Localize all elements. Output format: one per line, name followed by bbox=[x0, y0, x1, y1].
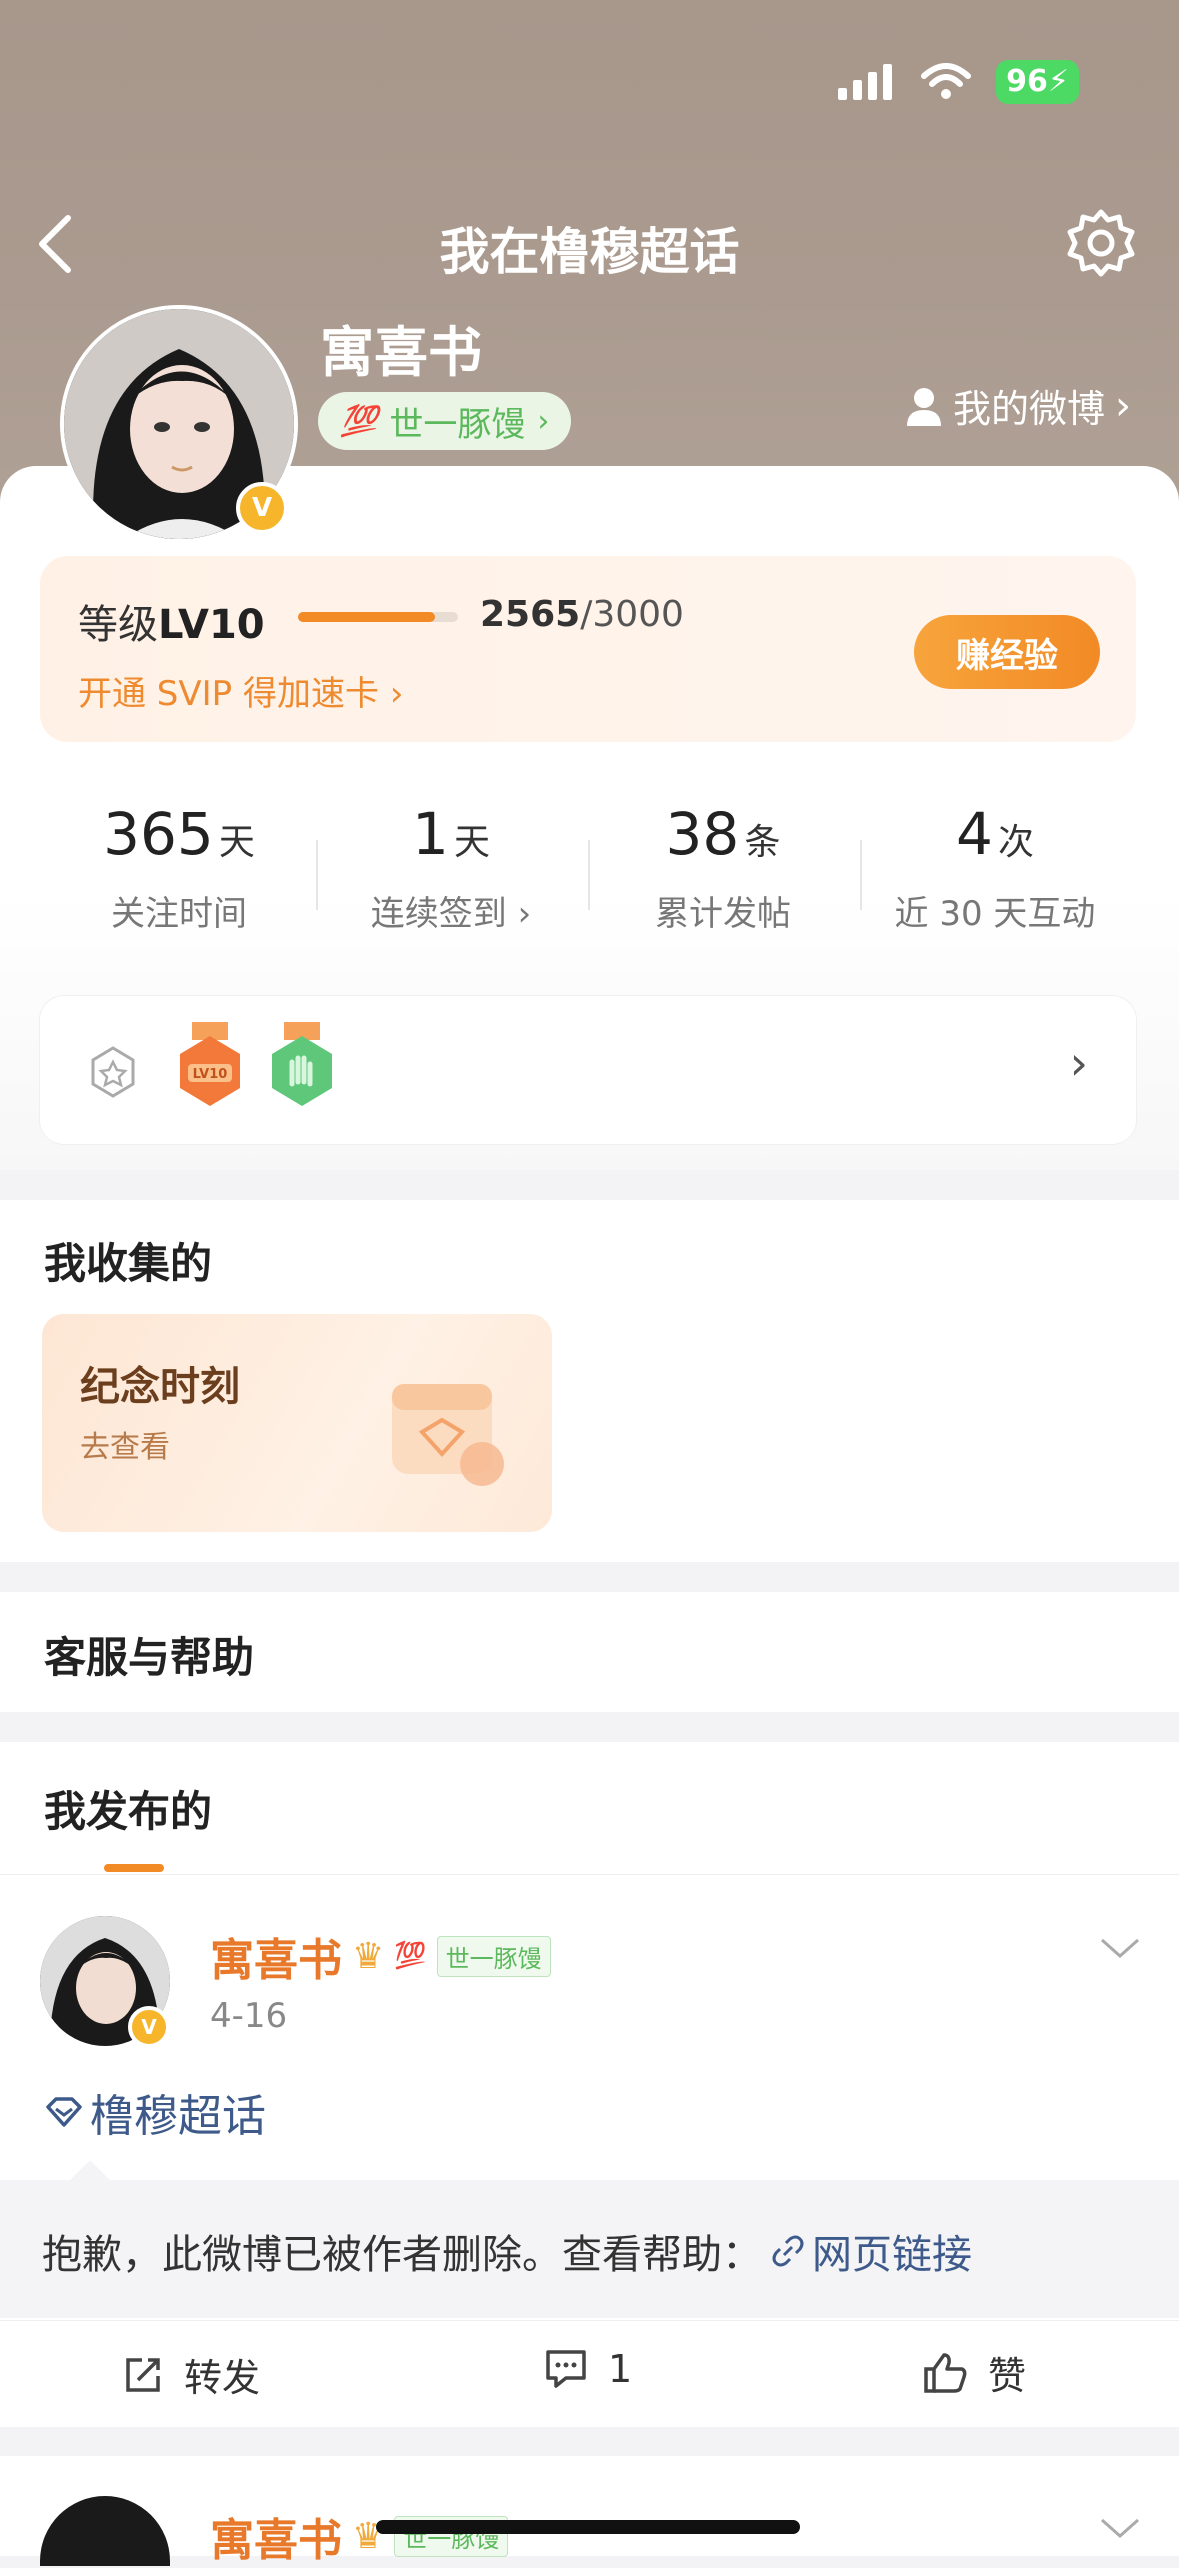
stat-unit: 次 bbox=[997, 822, 1034, 863]
hundred-icon: 💯 bbox=[340, 403, 378, 439]
my-weibo-link[interactable]: 我的微博 › bbox=[905, 378, 1131, 433]
post-author-tag: 世一豚馒 bbox=[436, 1935, 551, 1977]
stat-label-text: 连续签到 bbox=[370, 894, 507, 934]
memory-moments-card[interactable]: 纪念时刻 去查看 bbox=[42, 1314, 552, 1532]
post-date: 4-16 bbox=[210, 1996, 288, 2036]
deleted-post-message: 抱歉，此微博已被作者删除。查看帮助： 网页链接 bbox=[42, 2222, 972, 2280]
comment-button[interactable]: 1 bbox=[544, 2347, 632, 2391]
level-current: 2565 bbox=[480, 594, 581, 635]
crown-icon: ♛ bbox=[352, 1935, 385, 1977]
verified-badge: V bbox=[128, 2006, 170, 2048]
level-progress-fill bbox=[298, 612, 435, 622]
verified-letter: V bbox=[141, 2015, 157, 2039]
profile-tag-label: 世一豚馒 bbox=[389, 404, 526, 445]
stat-follow-days: 365 天 关注时间 bbox=[44, 800, 314, 935]
stat-label: 连续签到 › bbox=[316, 886, 586, 935]
post-topic-label: 橹穆超话 bbox=[90, 2091, 266, 2142]
page-title: 我在橹穆超话 bbox=[439, 223, 740, 281]
gear-icon[interactable] bbox=[1066, 208, 1136, 278]
stat-label: 关注时间 bbox=[111, 894, 247, 934]
chevron-right-icon: › bbox=[1115, 382, 1131, 429]
tab-indicator bbox=[104, 1864, 164, 1872]
like-label: 赞 bbox=[988, 2354, 1027, 2398]
level-text: 等级LV10 bbox=[78, 592, 265, 650]
like-button[interactable]: 赞 bbox=[922, 2345, 1026, 2400]
chevron-down-icon[interactable] bbox=[1098, 2516, 1142, 2542]
earn-exp-button[interactable]: 赚经验 bbox=[914, 615, 1100, 689]
stat-label: 累计发帖 bbox=[655, 894, 791, 934]
svip-link[interactable]: 开通 SVIP 得加速卡 › bbox=[78, 666, 403, 715]
post-topic-link[interactable]: 橹穆超话 bbox=[44, 2080, 266, 2144]
medal-outline-icon bbox=[91, 1046, 135, 1098]
divider bbox=[0, 1874, 1179, 1875]
status-bar: 96⚡ bbox=[836, 60, 1079, 104]
stat-num: 38 bbox=[665, 800, 740, 868]
chevron-down-icon[interactable] bbox=[1098, 1936, 1142, 1962]
post-author-row: 寓喜书 ♛ 世一豚馒 bbox=[210, 2504, 509, 2568]
stat-label: 近 30 天互动 bbox=[894, 894, 1096, 934]
deleted-post-text: 抱歉，此微博已被作者删除。查看帮助： bbox=[42, 2232, 762, 2278]
level-panel: 等级LV10 2565/3000 开通 SVIP 得加速卡 › 赚经验 bbox=[40, 556, 1136, 742]
verified-letter: V bbox=[251, 493, 273, 523]
diamond-icon bbox=[46, 2097, 82, 2127]
stat-interactions: 4 次 近 30 天互动 bbox=[860, 800, 1130, 935]
link-icon bbox=[772, 2235, 804, 2267]
chevron-right-icon: › bbox=[389, 674, 404, 714]
stat-unit: 天 bbox=[453, 822, 490, 863]
stat-num: 1 bbox=[411, 800, 449, 868]
stat-posts: 38 条 累计发帖 bbox=[588, 800, 858, 935]
lv10-medal-icon: LV10 bbox=[180, 1022, 240, 1106]
repost-label: 转发 bbox=[184, 2356, 261, 2400]
stat-unit: 条 bbox=[744, 822, 781, 863]
level-progress-track bbox=[298, 612, 458, 622]
my-posts-title: 我发布的 bbox=[44, 1787, 213, 1836]
post-author-name[interactable]: 寓喜书 bbox=[210, 1924, 342, 1988]
verified-badge: V bbox=[236, 482, 288, 534]
lv10-medal-text: LV10 bbox=[193, 1067, 228, 1082]
wifi-icon bbox=[921, 63, 972, 99]
thumbs-up-icon bbox=[924, 2352, 967, 2393]
level-value: LV10 bbox=[158, 602, 265, 648]
signal-icon bbox=[838, 64, 893, 100]
deleted-post-box: 抱歉，此微博已被作者删除。查看帮助： 网页链接 bbox=[0, 2160, 1179, 2318]
profile-tag[interactable]: 💯 世一豚馒 › bbox=[318, 392, 572, 450]
stat-num: 365 bbox=[103, 800, 214, 868]
comment-icon bbox=[546, 2350, 586, 2388]
home-indicator bbox=[376, 2520, 800, 2534]
stat-num: 4 bbox=[955, 800, 993, 868]
help-title: 客服与帮助 bbox=[44, 1633, 255, 1682]
memory-card-subtitle: 去查看 bbox=[80, 1430, 170, 1465]
chevron-right-icon: › bbox=[1069, 1036, 1088, 1090]
chevron-right-icon: › bbox=[537, 403, 550, 439]
repost-button[interactable]: 转发 bbox=[122, 2347, 260, 2402]
battery-indicator: 96⚡ bbox=[996, 60, 1079, 104]
svip-text: 开通 SVIP 得加速卡 bbox=[78, 674, 379, 714]
stat-checkin-days[interactable]: 1 天 连续签到 › bbox=[316, 800, 586, 935]
user-icon bbox=[906, 387, 941, 426]
my-weibo-label: 我的微博 bbox=[952, 387, 1105, 431]
post-actions-bar: 转发 1 赞 bbox=[0, 2320, 1179, 2427]
level-points: 2565/3000 bbox=[480, 594, 684, 635]
memory-card-title: 纪念时刻 bbox=[80, 1364, 240, 1410]
post-author-row: 寓喜书 ♛ 💯 世一豚馒 bbox=[210, 1924, 551, 1988]
stat-unit: 天 bbox=[218, 822, 255, 863]
level-total: /3000 bbox=[580, 594, 684, 635]
medal-row[interactable]: LV10 › bbox=[40, 996, 1136, 1144]
repost-icon bbox=[126, 2357, 160, 2392]
calendar-gift-icon bbox=[392, 1384, 504, 1486]
post-item bbox=[0, 2456, 1179, 2556]
battery-level: 96 bbox=[1006, 64, 1048, 99]
hundred-icon: 💯 bbox=[394, 1941, 427, 1971]
chevron-right-icon: › bbox=[517, 894, 532, 934]
green-medal-icon bbox=[272, 1022, 332, 1106]
comment-count: 1 bbox=[608, 2347, 633, 2391]
level-label: 等级 bbox=[78, 602, 158, 648]
web-link-label: 网页链接 bbox=[812, 2232, 972, 2278]
web-link[interactable]: 网页链接 bbox=[770, 2222, 972, 2280]
collection-title: 我收集的 bbox=[44, 1239, 213, 1288]
profile-name: 寓喜书 bbox=[320, 321, 482, 384]
post-author-name[interactable]: 寓喜书 bbox=[210, 2504, 342, 2568]
